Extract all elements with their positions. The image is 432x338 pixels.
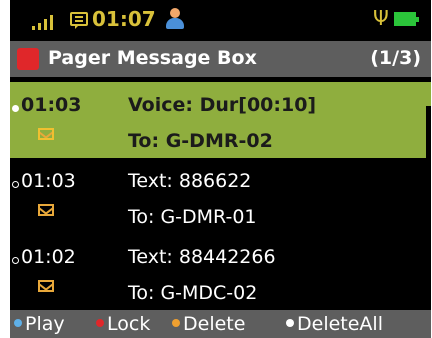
status-time: 01:07: [92, 7, 156, 31]
message-content: Text: 886622: [128, 170, 252, 192]
battery-icon: [394, 12, 419, 26]
scroll-thumb[interactable]: [426, 82, 431, 106]
message-time: 01:03: [21, 94, 82, 116]
pager-icon: [17, 48, 39, 70]
person-icon: [165, 8, 185, 30]
device-screen: 01:07 Ψ Pager Message Box (1/3) 01:03 Vo…: [10, 0, 431, 338]
message-recipient: To: G-DMR-02: [128, 130, 273, 152]
delete-key-dot-icon: [172, 319, 180, 327]
page-title: Pager Message Box: [48, 47, 257, 69]
page-indicator: (1/3): [370, 47, 421, 69]
message-content: Voice: Dur[00:10]: [128, 94, 317, 116]
lock-key-dot-icon: [96, 319, 104, 327]
status-bar: 01:07 Ψ: [10, 0, 431, 36]
message-recipient: To: G-MDC-02: [128, 282, 258, 304]
unselected-dot-icon: [12, 181, 19, 188]
delete-all-key-dot-icon: [286, 319, 294, 327]
envelope-icon: [38, 280, 54, 292]
scrollbar[interactable]: [426, 82, 431, 310]
softkey-bar: Play Lock Delete DeleteAll: [10, 310, 431, 338]
lock-label: Lock: [107, 313, 151, 335]
delete-all-softkey[interactable]: DeleteAll: [286, 313, 383, 335]
usb-icon: Ψ: [373, 6, 389, 30]
message-time: 01:02: [21, 246, 76, 268]
play-label: Play: [25, 313, 65, 335]
unselected-dot-icon: [12, 257, 19, 264]
message-icon: [70, 12, 88, 29]
message-item-3[interactable]: 01:02 Text: 88442266 To: G-MDC-02: [10, 234, 426, 310]
message-recipient: To: G-DMR-01: [128, 206, 257, 228]
message-content: Text: 88442266: [128, 246, 276, 268]
play-softkey[interactable]: Play: [14, 313, 65, 335]
selected-dot-icon: [12, 105, 19, 112]
title-bar: Pager Message Box (1/3): [10, 41, 431, 77]
play-key-dot-icon: [14, 319, 22, 327]
signal-icon: [32, 15, 53, 30]
lock-softkey[interactable]: Lock: [96, 313, 150, 335]
delete-all-label: DeleteAll: [297, 313, 383, 335]
message-time: 01:03: [21, 170, 76, 192]
message-item-1[interactable]: 01:03 Voice: Dur[00:10] To: G-DMR-02: [10, 82, 426, 158]
message-item-2[interactable]: 01:03 Text: 886622 To: G-DMR-01: [10, 158, 426, 234]
delete-softkey[interactable]: Delete: [172, 313, 245, 335]
delete-label: Delete: [183, 313, 246, 335]
envelope-icon: [38, 128, 54, 140]
envelope-icon: [38, 204, 54, 216]
